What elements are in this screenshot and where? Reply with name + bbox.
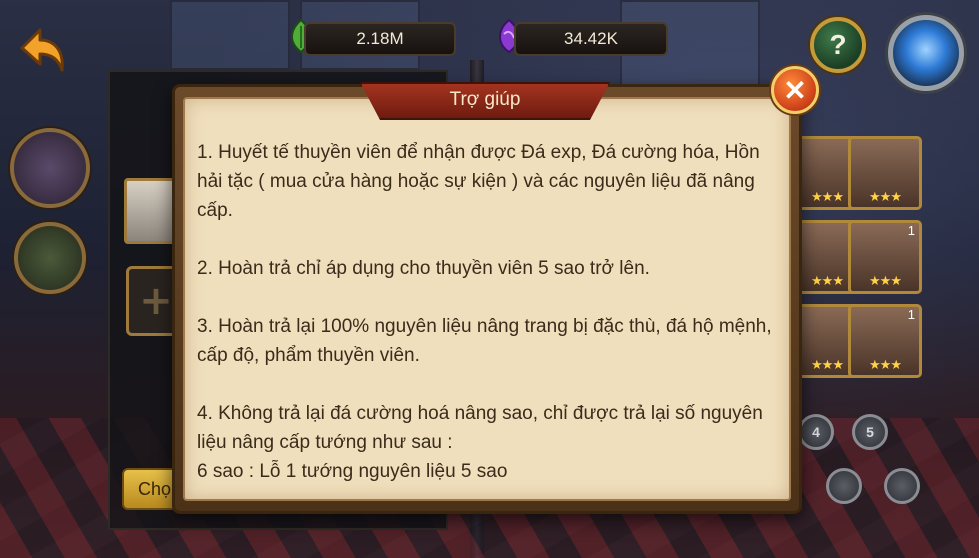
player-avatar[interactable] [888, 15, 964, 91]
help-text-scroll[interactable]: 1. Huyết tế thuyền viên để nhận được Đá … [197, 138, 787, 496]
sacrifice-mode-button[interactable] [14, 222, 86, 294]
star-filter-5[interactable]: 5 [852, 414, 888, 450]
hero-card[interactable]: 1 ★★★ [848, 220, 922, 294]
help-button[interactable]: ? [810, 17, 866, 73]
question-icon: ? [829, 29, 847, 60]
back-arrow-icon [20, 28, 64, 72]
help-paragraph-2: 2. Hoàn trả chỉ áp dụng cho thuyền viên … [197, 258, 650, 279]
hero-card[interactable]: 1 ★★★ [848, 304, 922, 378]
choose-button-label: Chọ [138, 478, 172, 499]
gems-counter: 34.42K [514, 22, 668, 56]
help-paragraph-3: 3. Hoàn trả lại 100% nguyên liệu nâng tr… [197, 316, 772, 366]
help-dialog-title: Trợ giúp [449, 89, 521, 110]
hero-level: 1 [907, 307, 915, 322]
close-button[interactable]: ✕ [771, 66, 819, 114]
help-dialog-title-ribbon: Trợ giúp [360, 82, 610, 120]
hero-stars: ★★★ [869, 358, 902, 373]
hero-level: 1 [907, 223, 915, 238]
background-window [170, 0, 290, 70]
gold-value: 2.18M [356, 29, 404, 48]
filter-brain-icon[interactable] [826, 468, 862, 504]
selected-hero-card[interactable] [124, 178, 178, 244]
gold-counter: 2.18M [304, 22, 456, 56]
star-filter-label: 5 [866, 424, 874, 440]
back-button[interactable] [14, 22, 68, 80]
hero-stars: ★★★ [869, 274, 902, 289]
filter-hooded-icon[interactable] [884, 468, 920, 504]
close-icon: ✕ [783, 74, 807, 106]
hero-stars: ★★★ [869, 190, 902, 205]
help-paragraph-5: 6 sao : Lỗ 1 tướng nguyên liệu 5 sao [197, 461, 508, 482]
captain-avatar-button[interactable] [10, 128, 90, 208]
star-filter-label: 4 [812, 424, 820, 440]
help-paragraph-4: 4. Không trả lại đá cường hoá nâng sao, … [197, 403, 763, 453]
plus-icon: + [139, 278, 173, 324]
gems-value: 34.42K [564, 29, 618, 48]
star-filter-4[interactable]: 4 [798, 414, 834, 450]
hero-card[interactable]: ★★★ [848, 136, 922, 210]
help-paragraph-1: 1. Huyết tế thuyền viên để nhận được Đá … [197, 142, 760, 221]
